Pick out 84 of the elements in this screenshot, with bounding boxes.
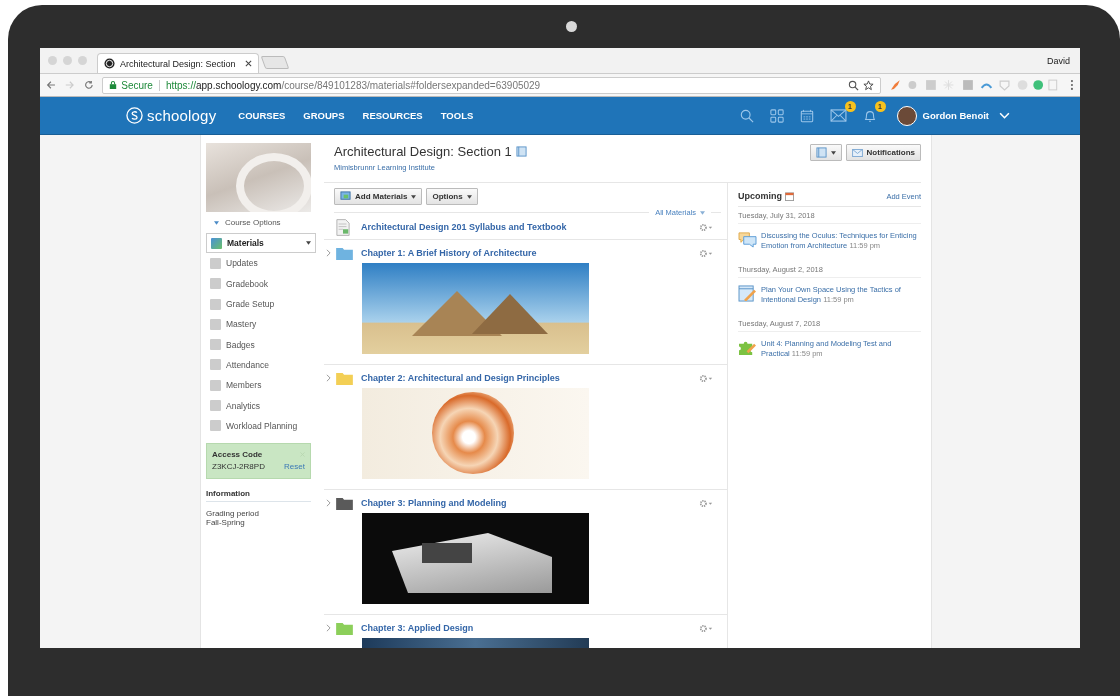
material-link[interactable]: Architectural Design 201 Syllabus and Textbook bbox=[361, 222, 699, 232]
gear-icon[interactable] bbox=[699, 248, 713, 258]
access-code-title: Access Code bbox=[212, 448, 263, 461]
speech-bubbles-icon bbox=[738, 231, 757, 248]
url-text: https://app.schoology.com/course/849101283/materials#foldersexpanded=63905029 bbox=[165, 79, 542, 91]
zoom-icon[interactable] bbox=[847, 79, 859, 91]
new-tab-button[interactable] bbox=[260, 56, 290, 69]
forward-arrow-icon[interactable] bbox=[64, 80, 75, 90]
notifications-button[interactable]: Notifications bbox=[845, 144, 921, 161]
information-text: Grading period bbox=[206, 508, 260, 518]
nav-link[interactable]: RESOURCES bbox=[362, 110, 423, 121]
camera-dot bbox=[565, 21, 577, 32]
browser-tab[interactable]: Architectural Design: Section bbox=[97, 53, 259, 73]
calendar-icon[interactable] bbox=[785, 191, 794, 201]
star-icon[interactable] bbox=[862, 79, 874, 91]
folder-link[interactable]: Chapter 3: Applied Design bbox=[361, 623, 699, 633]
logo-icon bbox=[126, 107, 143, 124]
profile-name[interactable]: David bbox=[1047, 55, 1070, 66]
sidebar-item[interactable]: Materials bbox=[206, 233, 316, 254]
options-button[interactable]: Options bbox=[426, 188, 478, 205]
nav-link[interactable]: COURSES bbox=[238, 110, 286, 121]
caret-icon bbox=[830, 150, 836, 155]
document-icon bbox=[336, 217, 350, 237]
folder-link[interactable]: Chapter 3: Planning and Modeling bbox=[361, 498, 699, 508]
menu-icon[interactable] bbox=[1070, 79, 1074, 91]
sidebar-item[interactable]: Grade Setup bbox=[206, 293, 311, 315]
sidebar-item[interactable]: Badges bbox=[206, 334, 311, 355]
caret-icon bbox=[466, 194, 472, 199]
sidebar-item[interactable]: Updates bbox=[206, 253, 311, 274]
calendar-icon[interactable] bbox=[799, 108, 814, 123]
logo-icon bbox=[104, 58, 115, 69]
notebook-icon bbox=[815, 147, 827, 158]
reset-link[interactable]: Reset bbox=[284, 460, 305, 473]
chevron-right-icon[interactable] bbox=[326, 374, 331, 382]
gear-icon[interactable] bbox=[699, 222, 713, 232]
bell-icon[interactable] bbox=[862, 108, 877, 123]
tab-title: Architectural Design: Section bbox=[120, 58, 237, 69]
envelope-icon bbox=[851, 148, 863, 157]
back-arrow-icon[interactable] bbox=[46, 80, 56, 90]
puzzle-piece-icon bbox=[738, 339, 757, 356]
sidebar-item[interactable]: Workload Planning bbox=[206, 415, 311, 436]
caret-icon bbox=[411, 194, 417, 199]
chevron-right-icon[interactable] bbox=[326, 499, 331, 507]
grid-icon[interactable] bbox=[769, 108, 784, 123]
add-materials-button[interactable]: Add Materials bbox=[334, 188, 423, 205]
chevron-right-icon[interactable] bbox=[326, 624, 331, 632]
pencil-page-icon bbox=[738, 285, 757, 302]
gear-icon[interactable] bbox=[699, 373, 713, 383]
view-menu-button[interactable] bbox=[809, 144, 842, 161]
secure-label: Secure bbox=[121, 79, 153, 91]
chevron-right-icon[interactable] bbox=[326, 249, 331, 257]
folder-link[interactable]: Chapter 2: Architectural and Design Principles bbox=[361, 373, 699, 383]
caret-icon bbox=[700, 210, 705, 215]
sidebar-item[interactable]: Analytics bbox=[206, 395, 311, 416]
course-options-link[interactable]: Course Options bbox=[206, 212, 311, 233]
folder-link[interactable]: Chapter 1: A Brief History of Architecture bbox=[361, 248, 699, 258]
gear-icon[interactable] bbox=[699, 623, 713, 633]
nav-link[interactable]: GROUPS bbox=[303, 110, 345, 121]
address-field[interactable]: Secure https://app.schoology.com/course/849101283/materials#foldersexpanded=63905029 bbox=[102, 76, 881, 94]
avatar[interactable] bbox=[896, 105, 917, 126]
information-heading: Information bbox=[206, 488, 311, 502]
envelope-icon[interactable] bbox=[829, 109, 847, 122]
course-title: Architectural Design: Section 1 bbox=[334, 144, 512, 159]
lock-icon bbox=[109, 80, 118, 90]
chevron-down-icon[interactable] bbox=[999, 112, 1010, 119]
sidebar-item[interactable]: Attendance bbox=[206, 354, 311, 376]
information-text: Fall-Spring bbox=[206, 517, 245, 527]
access-code: Z3KCJ-2R8PD bbox=[212, 460, 265, 473]
reload-icon[interactable] bbox=[83, 80, 94, 90]
sidebar-item[interactable]: Gradebook bbox=[206, 273, 311, 294]
sidebar-item[interactable]: Mastery bbox=[206, 314, 311, 335]
notebook-icon[interactable] bbox=[515, 146, 527, 157]
search-icon[interactable] bbox=[739, 108, 754, 123]
logo-text: schoology bbox=[147, 107, 217, 124]
site-logo[interactable]: schoology bbox=[126, 107, 217, 124]
nav-link[interactable]: TOOLS bbox=[440, 110, 474, 121]
user-name[interactable]: Gordon Benoit bbox=[922, 110, 989, 121]
sidebar-item[interactable]: Members bbox=[206, 375, 311, 396]
caret-icon bbox=[214, 220, 219, 225]
monitor-icon bbox=[340, 191, 351, 202]
upcoming-heading: Upcoming bbox=[738, 191, 782, 201]
close-icon[interactable] bbox=[245, 60, 252, 67]
caret-icon bbox=[306, 241, 311, 246]
gear-icon[interactable] bbox=[699, 498, 713, 508]
